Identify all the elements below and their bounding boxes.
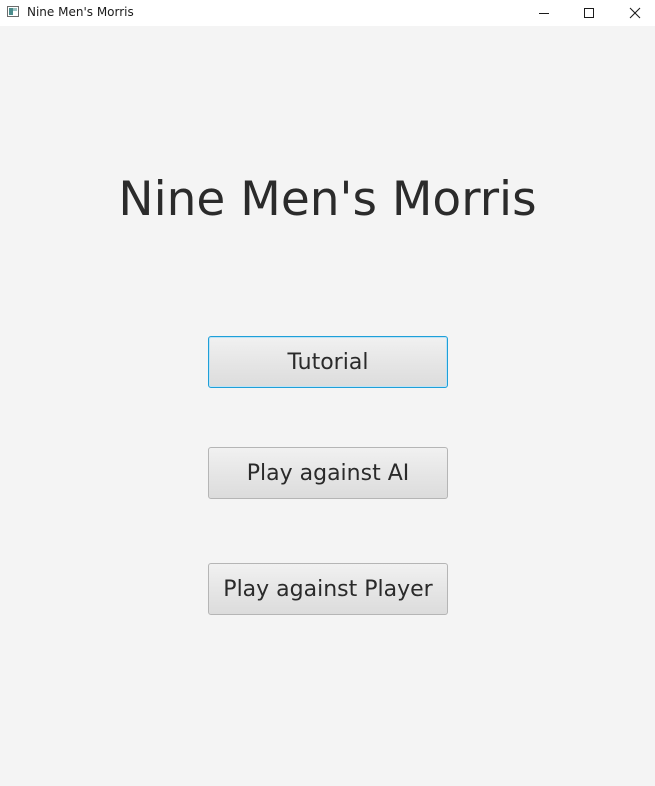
play-against-player-button[interactable]: Play against Player [208,563,448,615]
app-icon [7,6,19,17]
play-against-ai-button[interactable]: Play against AI [208,447,448,499]
minimize-icon [539,13,549,14]
maximize-icon [584,8,594,18]
close-icon [629,7,641,19]
game-title: Nine Men's Morris [118,172,537,227]
app-window: Nine Men's Morris Nine Men's Morris Tuto… [0,0,655,786]
maximize-button[interactable] [566,0,612,26]
tutorial-button[interactable]: Tutorial [208,336,448,388]
minimize-button[interactable] [521,0,567,26]
title-bar[interactable]: Nine Men's Morris [0,0,655,26]
close-button[interactable] [612,0,655,26]
window-title: Nine Men's Morris [27,5,134,19]
